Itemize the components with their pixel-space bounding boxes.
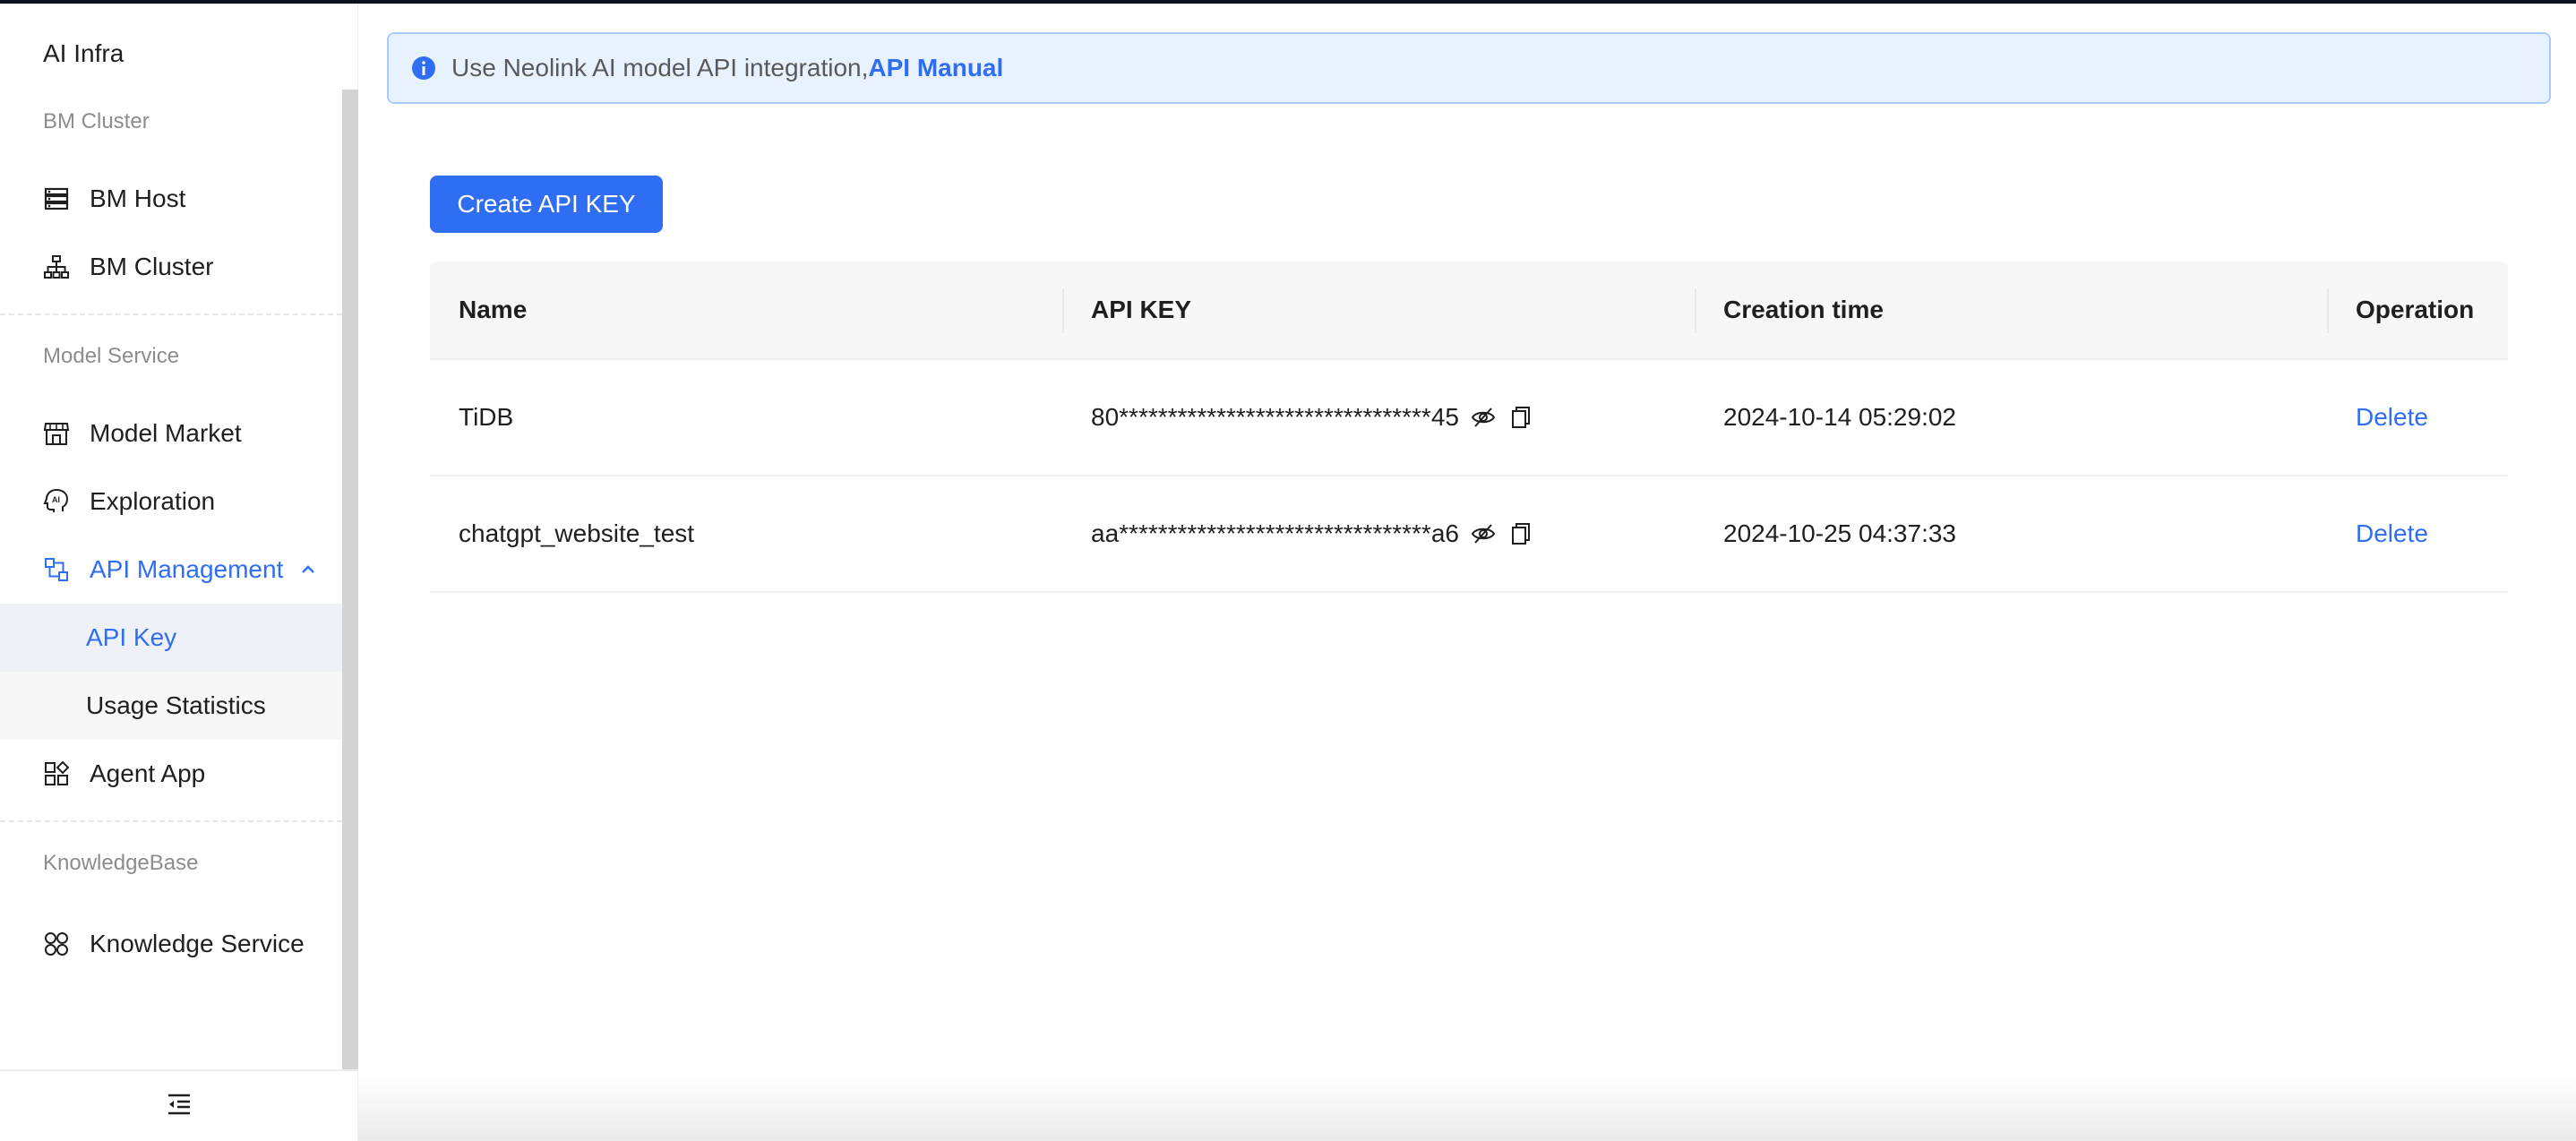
sidebar-subitem-api-key[interactable]: API Key: [0, 604, 342, 672]
sidebar-item-label: Exploration: [90, 487, 216, 515]
api-key-masked: 80********************************45: [1091, 403, 1459, 431]
column-separator: [1695, 288, 1696, 333]
table-row: TiDB 80********************************4…: [430, 360, 2508, 476]
group-label-bm-cluster: BM Cluster: [43, 109, 150, 133]
sidebar-item-model-market[interactable]: Model Market: [0, 399, 342, 468]
api-manual-link[interactable]: API Manual: [868, 54, 1003, 82]
column-header-operation: Operation: [2327, 262, 2508, 358]
cell-name: TiDB: [459, 403, 514, 431]
sidebar-item-exploration[interactable]: AI Exploration: [0, 468, 342, 536]
server-icon: [43, 185, 70, 212]
create-api-key-button[interactable]: Create API KEY: [430, 176, 663, 233]
delete-link[interactable]: Delete: [2356, 519, 2428, 548]
group-label-model-service: Model Service: [43, 344, 180, 368]
column-header-label: Operation: [2356, 296, 2475, 323]
apps-grid-icon: [43, 760, 70, 787]
column-separator: [1062, 288, 1064, 333]
sidebar-divider: [0, 820, 342, 822]
sidebar-footer: [0, 1069, 358, 1141]
column-header-label: API KEY: [1091, 296, 1192, 323]
sidebar-divider: [0, 313, 342, 315]
eye-hidden-icon[interactable]: [1470, 404, 1497, 431]
sidebar-item-knowledge-service[interactable]: Knowledge Service: [0, 910, 342, 978]
sidebar: AI Infra BM Cluster BM Host BM Cluster M…: [0, 4, 358, 1141]
sidebar-item-label: Agent App: [90, 759, 206, 787]
column-separator: [2327, 288, 2329, 333]
table-header: Name API KEY Creation time Operation: [430, 262, 2508, 360]
cell-name: chatgpt_website_test: [459, 519, 695, 547]
sidebar-scrollbar[interactable]: [342, 90, 358, 1069]
column-header-name: Name: [430, 262, 1062, 358]
app-title: AI Infra: [43, 39, 125, 67]
sidebar-item-label: API Management: [90, 555, 284, 583]
api-key-masked: aa********************************a6: [1091, 519, 1459, 547]
info-icon: [412, 56, 435, 80]
eye-hidden-icon[interactable]: [1470, 520, 1497, 547]
ai-head-icon: AI: [43, 488, 70, 515]
knowledge-icon: [43, 931, 70, 957]
cell-operation: Delete: [2327, 476, 2508, 591]
sidebar-subitem-usage-statistics[interactable]: Usage Statistics: [0, 672, 342, 740]
column-header-creation-time: Creation time: [1695, 262, 2327, 358]
column-header-api-key: API KEY: [1062, 262, 1695, 358]
sidebar-item-label: BM Cluster: [90, 253, 214, 280]
svg-text:AI: AI: [52, 495, 60, 504]
notice-text: Use Neolink AI model API integration,: [451, 54, 869, 82]
table-row: chatgpt_website_test aa*****************…: [430, 476, 2508, 593]
sidebar-subitem-label: Usage Statistics: [86, 691, 266, 719]
copy-icon[interactable]: [1507, 520, 1534, 547]
api-key-table: Name API KEY Creation time Operation TiD…: [430, 262, 2508, 593]
copy-icon[interactable]: [1507, 404, 1534, 431]
cell-creation-time: 2024-10-14 05:29:02: [1723, 403, 1956, 431]
info-notice: Use Neolink AI model API integration, AP…: [387, 32, 2551, 104]
column-header-label: Creation time: [1723, 296, 1884, 323]
store-icon: [43, 420, 70, 447]
chevron-up-icon[interactable]: [299, 561, 317, 579]
sidebar-item-agent-app[interactable]: Agent App: [0, 740, 342, 808]
sidebar-item-label: BM Host: [90, 184, 186, 212]
delete-link[interactable]: Delete: [2356, 403, 2428, 432]
column-header-label: Name: [459, 296, 528, 323]
collapse-menu-icon[interactable]: [166, 1091, 193, 1122]
sidebar-item-bm-cluster[interactable]: BM Cluster: [0, 233, 342, 301]
cell-operation: Delete: [2327, 360, 2508, 475]
cluster-icon: [43, 253, 70, 280]
bottom-shadow: [358, 1075, 2576, 1141]
sidebar-item-bm-host[interactable]: BM Host: [0, 165, 342, 233]
sidebar-item-api-management[interactable]: API Management: [0, 536, 342, 604]
api-icon: [43, 556, 70, 583]
cell-api-key: 80********************************45: [1062, 360, 1695, 475]
sidebar-item-label: Model Market: [90, 419, 242, 447]
group-label-knowledgebase: KnowledgeBase: [43, 851, 199, 875]
cell-creation-time: 2024-10-25 04:37:33: [1723, 519, 1956, 547]
sidebar-subitem-label: API Key: [86, 623, 177, 651]
sidebar-item-label: Knowledge Service: [90, 930, 305, 957]
cell-api-key: aa********************************a6: [1062, 476, 1695, 591]
